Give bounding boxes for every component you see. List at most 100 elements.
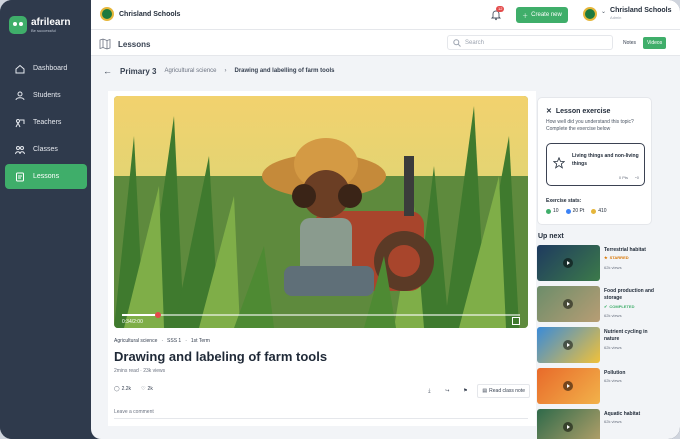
leave-comment-link[interactable]: Leave a comment <box>114 409 154 415</box>
tab-notes[interactable]: Notes <box>621 37 638 49</box>
sidebar-item-teachers[interactable]: Teachers <box>5 110 87 135</box>
up-next-title: Food production and storage <box>604 288 654 301</box>
page-title: Lessons <box>99 38 150 50</box>
likes-count: 2k <box>147 386 153 392</box>
lesson-content: 0:34/2:00 Agricultural science · SSS 1 · 1… <box>108 91 536 426</box>
exercise-title-text: Lesson exercise <box>555 107 611 115</box>
exercise-item-name: Living things and non-living things <box>572 153 639 167</box>
page-title-text: Lessons <box>118 39 151 49</box>
coins-icon <box>591 208 597 214</box>
sidebar-item-dashboard[interactable]: Dashboard <box>5 56 87 81</box>
video-thumbnail-illustration <box>114 96 528 328</box>
video-progress-bar[interactable] <box>122 312 520 318</box>
read-class-note-button[interactable]: ▤ Read class note <box>477 384 530 398</box>
up-next-item[interactable]: Pollution 62k views <box>537 368 667 406</box>
up-next-title: Terrestrial habitat <box>604 247 646 253</box>
up-next-title: Aquatic habitat <box>604 411 641 417</box>
comments-count: 2.2k <box>121 386 132 392</box>
students-icon <box>15 91 25 100</box>
up-next-thumbnail <box>537 368 600 404</box>
back-arrow-icon[interactable]: ← <box>103 66 112 76</box>
comments-button[interactable]: ◯ 2.2k <box>114 386 131 392</box>
fullscreen-icon[interactable] <box>512 317 520 325</box>
exercise-stats-title: Exercise stats: <box>546 198 582 204</box>
up-next-tag: ★ STARRED <box>604 255 629 260</box>
breadcrumb-subject[interactable]: Agricultural science <box>164 68 216 74</box>
note-icon: ▤ <box>482 388 488 394</box>
exercise-title: ✕ Lesson exercise <box>546 107 611 116</box>
exercise-stats: 10 20 Pt 410 <box>546 208 607 214</box>
up-next-views: 62k views <box>604 313 622 318</box>
dashboard-icon <box>15 64 25 73</box>
play-icon <box>563 381 573 391</box>
chevron-down-icon: ⌄ <box>601 9 607 15</box>
video-time: 0:34/2:00 <box>122 319 143 325</box>
lessons-icon <box>16 172 24 181</box>
up-next-heading: Up next <box>538 233 564 240</box>
exercise-item[interactable]: Living things and non-living things 0 Pt… <box>546 143 645 186</box>
up-next-thumbnail <box>537 409 600 439</box>
app-name: afrilearn <box>31 16 71 28</box>
points-icon <box>565 208 571 214</box>
sidebar-item-students[interactable]: Students <box>5 83 87 108</box>
breadcrumb-lesson: Drawing and labelling of farm tools <box>234 68 335 74</box>
user-menu[interactable]: ⌄ Chrisland Schools Admin <box>583 6 672 21</box>
up-next-item[interactable]: Nutrient cycling in nature 62k views <box>537 327 667 365</box>
app-tagline: Be successful <box>31 27 56 33</box>
share-icon[interactable]: ↪ <box>441 385 453 397</box>
up-next-thumbnail <box>537 245 600 281</box>
read-class-note-label: Read class note <box>489 388 525 394</box>
up-next-item[interactable]: Terrestrial habitat ★ STARRED 62k views <box>537 245 667 283</box>
exercise-item-points: 0 Pts <box>618 175 628 180</box>
up-next-views: 62k views <box>604 265 622 270</box>
exercise-item-count: ◔0 <box>634 175 639 180</box>
play-icon <box>563 299 573 309</box>
breadcrumb: ← Primary 3 Agricultural science › Drawi… <box>103 66 335 76</box>
meta-separator: · <box>185 338 187 344</box>
exercise-description: How well did you understand this topic? … <box>546 119 634 132</box>
comment-icon: ◯ <box>114 386 120 392</box>
user-name: Chrisland Schools <box>610 7 672 14</box>
up-next-views: 62k views <box>604 345 622 350</box>
logo-icon <box>9 16 27 34</box>
star-icon: ★ <box>604 255 608 260</box>
download-icon[interactable]: ⤓ <box>423 385 435 397</box>
chevron-right-icon: › <box>224 68 227 74</box>
play-icon <box>563 340 573 350</box>
sidebar-nav: Dashboard Students Teachers Classes Less… <box>5 56 87 191</box>
sidebar-item-lessons[interactable]: Lessons <box>5 164 87 189</box>
video-scrubber-handle[interactable] <box>154 312 161 318</box>
user-role: Admin <box>610 15 622 20</box>
app-window: afrilearn Be successful Dashboard Studen… <box>0 0 680 439</box>
trophy-icon: ✕ <box>546 108 552 115</box>
up-next-title: Pollution <box>604 370 626 376</box>
school-selector[interactable]: Chrisland Schools <box>100 7 180 21</box>
search-input[interactable]: Search <box>447 35 613 50</box>
play-icon <box>563 258 573 268</box>
meta-separator: · <box>161 338 164 344</box>
tab-videos[interactable]: Videos <box>643 37 667 49</box>
user-avatar <box>583 7 597 21</box>
lesson-class: SSS 1 <box>167 338 182 344</box>
check-circle-icon: ✔ <box>604 304 608 309</box>
create-new-label: Create new <box>531 12 562 18</box>
like-button[interactable]: ♡ 2k <box>141 386 153 392</box>
up-next-item[interactable]: Aquatic habitat 62k views <box>537 409 667 439</box>
up-next-thumbnail <box>537 327 600 363</box>
top-bar: Chrisland Schools 12 ＋ Create new ⌄ Chri… <box>91 0 680 30</box>
up-next-item[interactable]: Food production and storage ✔ COMPLETED 6… <box>537 286 667 324</box>
breadcrumb-level[interactable]: Primary 3 <box>120 67 156 76</box>
up-next-tag-label: STARRED <box>609 255 629 260</box>
video-player[interactable]: 0:34/2:00 <box>114 96 528 328</box>
attempts-icon <box>546 208 551 214</box>
notification-count-badge: 12 <box>496 6 505 12</box>
exercise-item-count-value: 0 <box>636 175 639 180</box>
sidebar-item-classes[interactable]: Classes <box>5 137 87 162</box>
flag-icon[interactable]: ⚑ <box>459 385 471 397</box>
app-logo[interactable]: afrilearn Be successful <box>9 16 70 34</box>
map-icon <box>99 38 111 50</box>
lesson-exercise-card: ✕ Lesson exercise How well did you under… <box>537 97 652 225</box>
create-new-button[interactable]: ＋ Create new <box>516 7 568 23</box>
up-next-tag-label: COMPLETED <box>609 304 635 309</box>
up-next-views: 62k views <box>604 419 622 424</box>
